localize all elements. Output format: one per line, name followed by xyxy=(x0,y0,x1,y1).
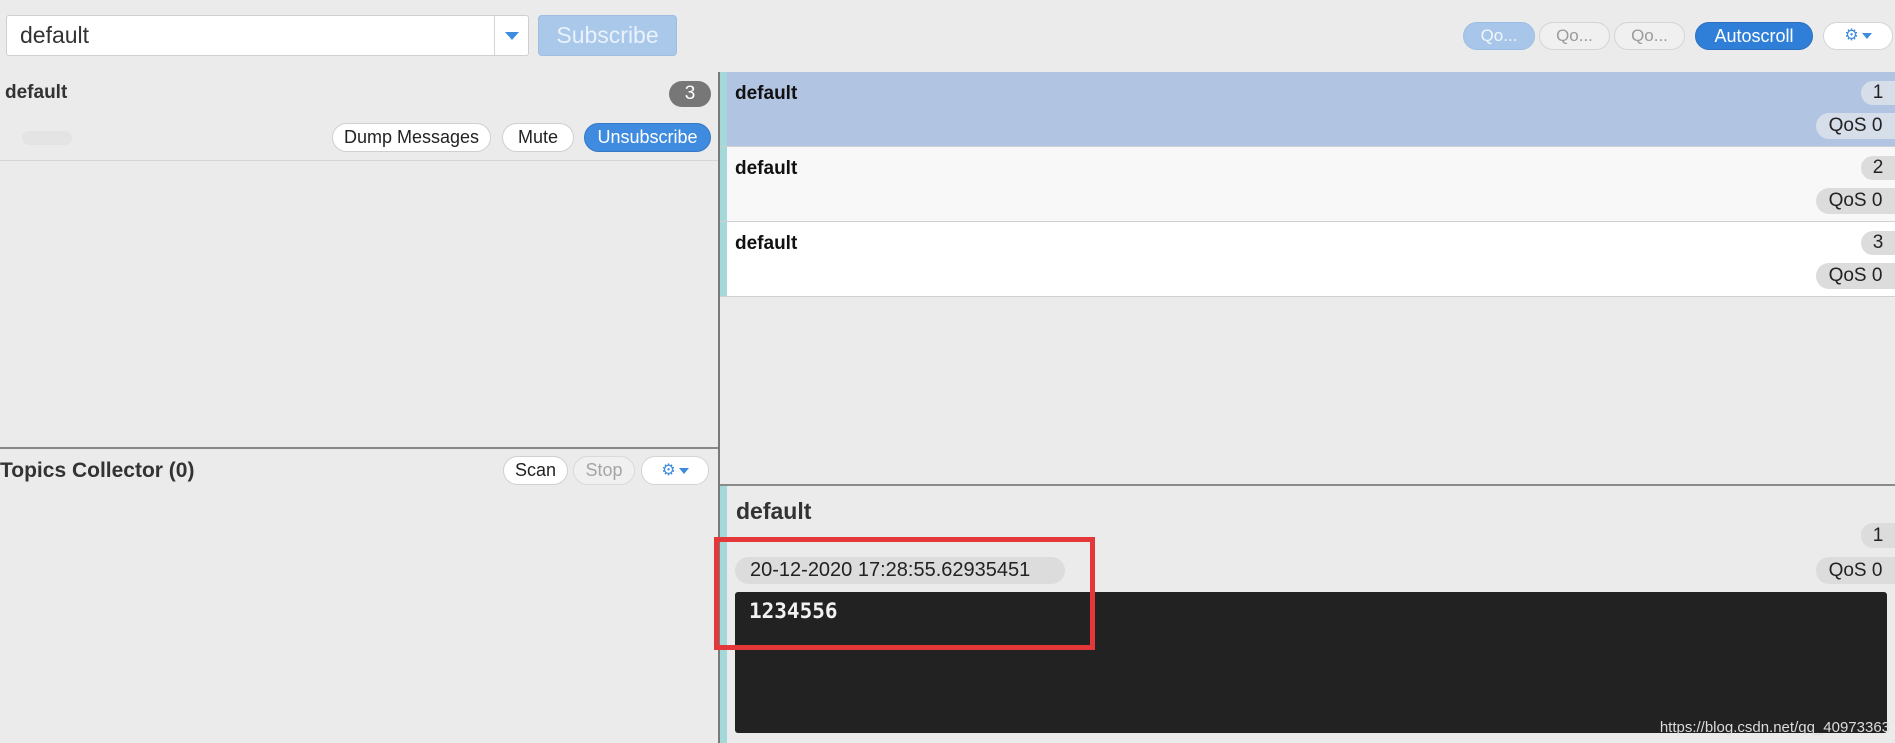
payload-text: 1234556 xyxy=(749,599,838,623)
qos-1-toggle[interactable]: Qo... xyxy=(1539,22,1610,50)
message-index-badge: 3 xyxy=(1861,231,1895,255)
unsubscribe-button[interactable]: Unsubscribe xyxy=(584,123,711,152)
collector-settings-button[interactable]: ⚙ xyxy=(641,456,709,485)
subscription-color-stripe xyxy=(720,147,727,221)
settings-menu-button[interactable]: ⚙ xyxy=(1823,22,1893,50)
qos-0-toggle[interactable]: Qo... xyxy=(1463,22,1535,50)
message-row[interactable]: default 1 QoS 0 xyxy=(720,72,1895,147)
subscription-topic: default xyxy=(5,82,68,103)
message-index-badge: 2 xyxy=(1861,156,1895,180)
message-topic: default xyxy=(735,158,798,179)
dump-messages-button[interactable]: Dump Messages xyxy=(332,123,491,152)
subscription-color-stripe xyxy=(720,222,727,296)
topics-collector-title: Topics Collector (0) xyxy=(0,459,195,482)
message-row[interactable]: default 2 QoS 0 xyxy=(720,147,1895,222)
topic-dropdown-button[interactable] xyxy=(494,16,528,55)
autoscroll-toggle[interactable]: Autoscroll xyxy=(1695,22,1813,50)
topic-input[interactable] xyxy=(7,16,494,55)
qos-2-toggle[interactable]: Qo... xyxy=(1614,22,1685,50)
message-qos-badge: QoS 0 xyxy=(1816,263,1895,289)
stop-button[interactable]: Stop xyxy=(573,456,635,485)
topic-combobox[interactable] xyxy=(6,15,529,56)
message-row[interactable]: default 3 QoS 0 xyxy=(720,222,1895,297)
message-index-badge: 1 xyxy=(1861,81,1895,105)
message-qos-badge: QoS 0 xyxy=(1816,113,1895,139)
chevron-down-icon xyxy=(504,31,519,40)
panel-splitter[interactable] xyxy=(0,447,718,449)
subscription-color-stripe xyxy=(720,72,727,146)
subscribe-button[interactable]: Subscribe xyxy=(538,15,677,56)
scan-button[interactable]: Scan xyxy=(503,456,568,485)
subscription-color-picker[interactable] xyxy=(22,131,72,145)
mute-button[interactable]: Mute xyxy=(502,123,574,152)
watermark: https://blog.csdn.net/qq_40973363 xyxy=(1659,719,1890,736)
message-payload[interactable]: 1234556 xyxy=(735,592,1887,733)
detail-qos-badge: QoS 0 xyxy=(1816,557,1895,584)
chevron-down-icon xyxy=(1861,33,1872,39)
gear-icon: ⚙ xyxy=(1844,27,1859,44)
message-count-badge: 3 xyxy=(669,81,711,107)
message-qos-badge: QoS 0 xyxy=(1816,188,1895,214)
chevron-down-icon xyxy=(678,467,689,474)
subscription-color-stripe xyxy=(720,486,727,743)
divider xyxy=(0,160,718,161)
message-topic: default xyxy=(735,83,798,104)
gear-icon: ⚙ xyxy=(661,461,676,479)
message-timestamp: 20-12-2020 17:28:55.62935451 xyxy=(735,557,1065,584)
horizontal-splitter[interactable] xyxy=(720,484,1895,486)
detail-index-badge: 1 xyxy=(1861,523,1895,548)
detail-topic: default xyxy=(736,498,812,524)
message-topic: default xyxy=(735,233,798,254)
